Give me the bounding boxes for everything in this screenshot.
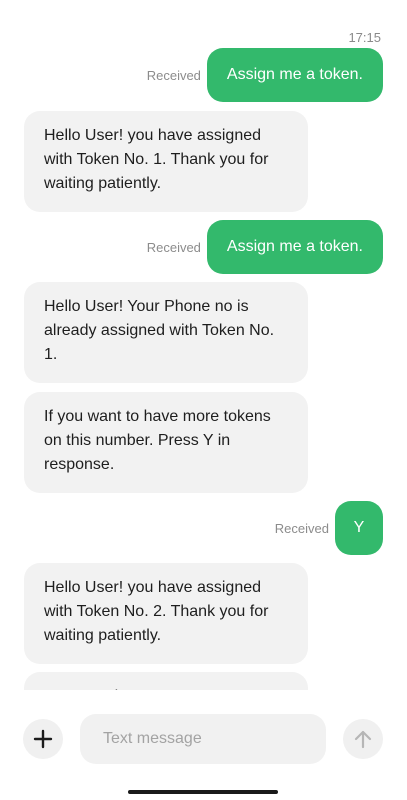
message-input[interactable] — [80, 714, 326, 764]
outgoing-message-bubble[interactable]: Assign me a token. — [206, 48, 383, 102]
delivery-status-label: Received — [146, 239, 201, 255]
add-attachment-button[interactable] — [23, 719, 63, 759]
outgoing-message-bubble[interactable]: Assign me a token. — [206, 220, 383, 274]
outgoing-message-row: Received Assign me a token. — [147, 48, 383, 102]
composer-bar — [0, 694, 407, 800]
incoming-message-bubble[interactable]: Hello User! you have assigned with Token… — [24, 563, 308, 664]
outgoing-message-row: Received Y — [275, 501, 383, 555]
delivery-status-label: Received — [274, 520, 329, 536]
outgoing-message-row: Received Assign me a token. — [147, 220, 383, 274]
delivery-status-label: Received — [146, 67, 201, 83]
send-button[interactable] — [343, 719, 383, 759]
incoming-message-bubble[interactable]: Hello User! Your Phone no is already ass… — [24, 282, 308, 383]
plus-icon — [33, 729, 53, 749]
messages-screen: 17:15 Received Assign me a token. Hello … — [0, 0, 407, 800]
home-indicator[interactable] — [128, 790, 278, 794]
incoming-message-bubble[interactable]: If you want to have more tokens on this … — [24, 392, 308, 493]
message-timestamp: 17:15 — [348, 30, 381, 45]
outgoing-message-bubble[interactable]: Y — [335, 501, 383, 555]
incoming-message-bubble[interactable]: Hello User! you have assigned with Token… — [24, 111, 308, 212]
arrow-up-icon — [354, 730, 372, 749]
